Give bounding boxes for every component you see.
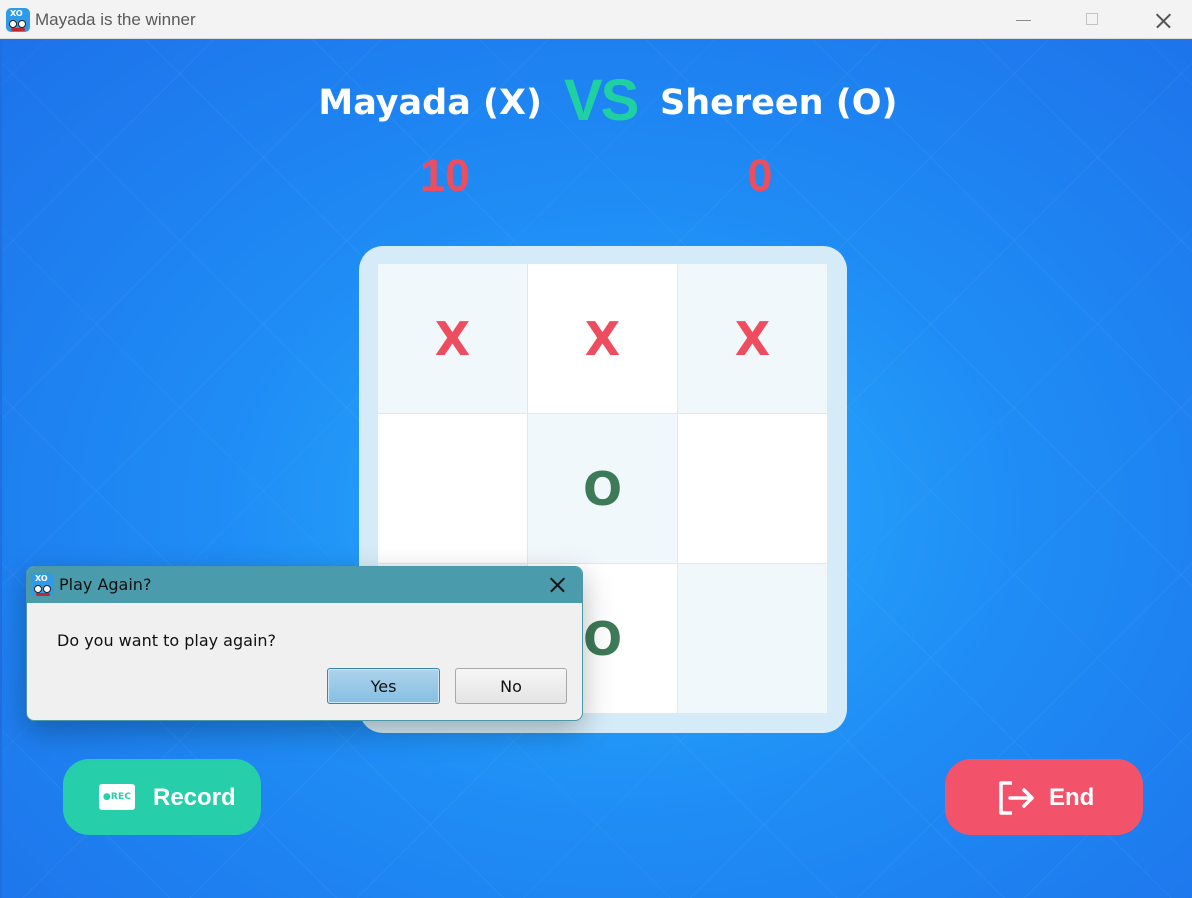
game-area: Mayada (X) VS Shereen (O) 10 0 X X X O O… (2, 39, 1192, 898)
player-two-name: Shereen (O) (660, 83, 898, 123)
board-cell-6[interactable] (678, 414, 827, 563)
dialog-title: Play Again? (59, 575, 152, 594)
app-icon-text: XO (10, 9, 23, 18)
dialog-titlebar: XO Play Again? (27, 567, 582, 603)
window-title: Mayada is the winner (35, 10, 196, 29)
player-two-score: 0 (747, 150, 773, 201)
board-cell-3[interactable]: X (678, 264, 827, 413)
board-cell-4[interactable] (378, 414, 527, 563)
maximize-icon[interactable] (1058, 0, 1128, 39)
dialog-app-icon: XO (31, 573, 54, 596)
vs-label: VS (564, 68, 639, 133)
dialog-close-icon[interactable] (540, 570, 574, 600)
board-cell-1[interactable]: X (378, 264, 527, 413)
rec-icon: ●REC (99, 784, 135, 810)
close-icon[interactable] (1128, 0, 1192, 39)
no-button[interactable]: No (455, 668, 567, 704)
app-icon: XO (6, 8, 30, 32)
end-button-label: End (1049, 784, 1095, 811)
window-titlebar: XO Mayada is the winner (0, 0, 1192, 39)
play-again-dialog: XO Play Again? Do you want to play again… (26, 566, 583, 721)
record-button[interactable]: ●REC Record (63, 759, 261, 835)
board-cell-2[interactable]: X (528, 264, 677, 413)
exit-icon (999, 781, 1034, 815)
player-one-score: 10 (419, 150, 471, 201)
dialog-message: Do you want to play again? (57, 631, 277, 650)
minimize-icon[interactable] (988, 0, 1058, 39)
end-button[interactable]: End (945, 759, 1143, 835)
yes-button[interactable]: Yes (327, 668, 440, 704)
board-cell-5[interactable]: O (528, 414, 677, 563)
record-button-label: Record (153, 784, 236, 811)
board-cell-9[interactable] (678, 564, 827, 713)
player-one-name: Mayada (X) (318, 83, 542, 123)
